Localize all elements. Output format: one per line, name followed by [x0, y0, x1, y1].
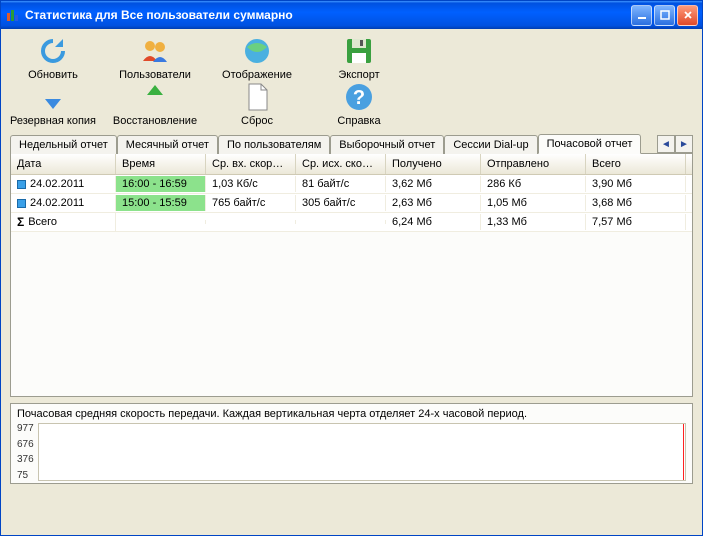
col-total[interactable]: Всего [586, 154, 686, 174]
tab-hourly[interactable]: Почасовой отчет [538, 134, 642, 154]
ytick: 676 [17, 439, 34, 450]
cell-time: 16:00 - 16:59 [116, 176, 206, 192]
maximize-button[interactable] [654, 5, 675, 26]
tab-scroll: ◄ ► [657, 135, 693, 153]
svg-text:?: ? [353, 87, 365, 109]
grid-header: Дата Время Ср. вх. скор… Ср. исх. ско… П… [11, 154, 692, 175]
arrow-up-icon [139, 81, 171, 113]
col-out-speed[interactable]: Ср. исх. ско… [296, 154, 386, 174]
close-button[interactable] [677, 5, 698, 26]
users-button[interactable]: Пользователи [110, 35, 200, 81]
chart-plot[interactable] [38, 423, 686, 481]
tab-by-user[interactable]: По пользователям [218, 135, 330, 154]
refresh-label: Обновить [28, 69, 78, 81]
minimize-button[interactable] [631, 5, 652, 26]
cell-time: 15:00 - 15:59 [116, 195, 206, 211]
cell-total-total: 7,57 Мб [586, 214, 686, 230]
tab-scroll-right[interactable]: ► [675, 135, 693, 153]
users-icon [139, 35, 171, 67]
window-title: Статистика для Все пользователи суммарно [25, 8, 631, 22]
window-controls [631, 5, 698, 26]
col-in-speed[interactable]: Ср. вх. скор… [206, 154, 296, 174]
arrow-down-icon [37, 81, 69, 113]
ytick: 977 [17, 423, 34, 434]
restore-label: Восстановление [113, 115, 197, 127]
help-label: Справка [337, 115, 380, 127]
cell-date: 24.02.2011 [11, 195, 116, 211]
toolbar: Обновить Пользователи Отображение Экспор… [4, 29, 699, 129]
chart-cursor-line [683, 424, 684, 480]
grid-row[interactable]: 24.02.2011 16:00 - 16:59 1,03 Кб/с 81 ба… [11, 175, 692, 194]
cell-date: 24.02.2011 [11, 176, 116, 192]
tab-monthly[interactable]: Месячный отчет [117, 135, 218, 154]
display-label: Отображение [222, 69, 292, 81]
help-icon: ? [343, 81, 375, 113]
export-label: Экспорт [338, 69, 379, 81]
tab-custom[interactable]: Выборочный отчет [330, 135, 444, 154]
tab-bar: Недельный отчет Месячный отчет По пользо… [10, 131, 693, 153]
cell-total: 3,90 Мб [586, 176, 686, 192]
grid-body: 24.02.2011 16:00 - 16:59 1,03 Кб/с 81 ба… [11, 175, 692, 232]
cell-recv: 3,62 Мб [386, 176, 481, 192]
cell-sent: 286 Кб [481, 176, 586, 192]
cell-total: 3,68 Мб [586, 195, 686, 211]
help-button[interactable]: ? Справка [314, 81, 404, 127]
tab-dialup[interactable]: Сессии Dial-up [444, 135, 537, 154]
sigma-icon: Σ [17, 215, 24, 229]
col-date[interactable]: Дата [11, 154, 116, 174]
row-marker-icon [17, 199, 26, 208]
tab-scroll-left[interactable]: ◄ [657, 135, 675, 153]
chart-caption: Почасовая средняя скорость передачи. Каж… [17, 408, 686, 420]
ytick: 376 [17, 454, 34, 465]
cell-recv: 2,63 Мб [386, 195, 481, 211]
display-icon [241, 35, 273, 67]
floppy-icon [343, 35, 375, 67]
cell-total-sent: 1,33 Мб [481, 214, 586, 230]
cell-total-recv: 6,24 Мб [386, 214, 481, 230]
cell-total-label: ΣВсего [11, 213, 116, 231]
export-button[interactable]: Экспорт [314, 35, 404, 81]
chart-y-axis: 977 676 376 75 [17, 423, 38, 481]
users-label: Пользователи [119, 69, 191, 81]
grid-total-row[interactable]: ΣВсего 6,24 Мб 1,33 Мб 7,57 Мб [11, 213, 692, 232]
refresh-icon [37, 35, 69, 67]
grid-row[interactable]: 24.02.2011 15:00 - 15:59 765 байт/с 305 … [11, 194, 692, 213]
cell-sent: 1,05 Мб [481, 195, 586, 211]
document-icon [241, 81, 273, 113]
ytick: 75 [17, 470, 34, 481]
cell-in: 1,03 Кб/с [206, 176, 296, 192]
backup-label: Резервная копия [10, 115, 96, 127]
cell-out: 81 байт/с [296, 176, 386, 192]
restore-button[interactable]: Восстановление [110, 81, 200, 127]
client-area: Обновить Пользователи Отображение Экспор… [4, 29, 699, 532]
col-received[interactable]: Получено [386, 154, 481, 174]
backup-button[interactable]: Резервная копия [8, 81, 98, 127]
reset-button[interactable]: Сброс [212, 81, 302, 127]
chart-panel: Почасовая средняя скорость передачи. Каж… [10, 403, 693, 484]
data-grid: Дата Время Ср. вх. скор… Ср. исх. ско… П… [11, 154, 692, 396]
row-marker-icon [17, 180, 26, 189]
app-icon [5, 7, 21, 23]
display-button[interactable]: Отображение [212, 35, 302, 81]
refresh-button[interactable]: Обновить [8, 35, 98, 81]
app-window: Статистика для Все пользователи суммарно… [0, 0, 703, 536]
col-sent[interactable]: Отправлено [481, 154, 586, 174]
chart-area: 977 676 376 75 [17, 423, 686, 481]
report-panel: Дата Время Ср. вх. скор… Ср. исх. ско… П… [10, 153, 693, 397]
reset-label: Сброс [241, 115, 273, 127]
col-time[interactable]: Время [116, 154, 206, 174]
cell-out: 305 байт/с [296, 195, 386, 211]
tab-weekly[interactable]: Недельный отчет [10, 135, 117, 154]
titlebar[interactable]: Статистика для Все пользователи суммарно [1, 1, 702, 29]
cell-in: 765 байт/с [206, 195, 296, 211]
